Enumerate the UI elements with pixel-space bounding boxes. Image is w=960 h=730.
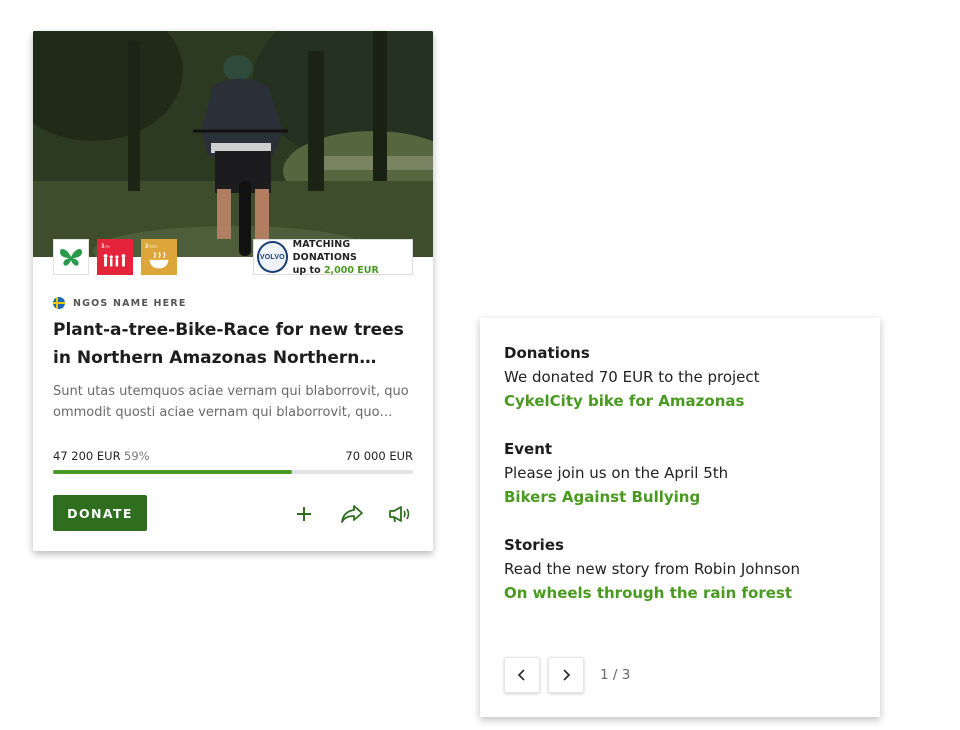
prev-page-button[interactable] (504, 657, 540, 693)
sdg1-no-poverty-icon: 1 NO (101, 244, 126, 267)
sweden-flag-icon (53, 297, 65, 309)
entry-donations: Donations We donated 70 EUR to the proje… (504, 341, 864, 413)
next-page-button[interactable] (548, 657, 584, 693)
entry-heading: Event (504, 440, 553, 458)
progress-labels: 47 200 EUR 59% 70 000 EUR (53, 449, 413, 465)
percent-label: 59% (124, 449, 150, 463)
progress-fill (53, 470, 293, 474)
project-title[interactable]: Plant-a-tree-Bike-Race for new trees in … (53, 316, 415, 372)
entry-heading: Donations (504, 344, 590, 362)
goal-amount: 70 000 EUR (345, 449, 413, 463)
project-card[interactable]: 1 NO 2 ZERO VOLVO MATCHING DONATIONS up … (33, 31, 433, 551)
entry-stories: Stories Read the new story from Robin Jo… (504, 533, 864, 605)
chevron-right-icon (563, 669, 571, 681)
share-icon (341, 505, 363, 523)
project-image[interactable] (33, 31, 433, 257)
entry-text: Please join us on the April 5th (504, 464, 729, 482)
share-button[interactable] (339, 501, 365, 527)
butterfly-icon (60, 249, 82, 266)
butterfly-badge (53, 239, 89, 275)
matching-donations-badge[interactable]: VOLVO MATCHING DONATIONS up to 2,000 EUR (253, 238, 413, 276)
matching-amount: 2,000 EUR (323, 264, 379, 276)
svg-text:NO: NO (106, 245, 111, 249)
activity-panel: Donations We donated 70 EUR to the proje… (480, 318, 880, 717)
entry-text: Read the new story from Robin Johnson (504, 560, 800, 578)
donate-button[interactable]: DONATE (53, 495, 147, 531)
entry-link[interactable]: On wheels through the rain forest (504, 581, 864, 605)
cyclist-photo (33, 31, 433, 257)
svg-text:ZERO: ZERO (150, 245, 159, 249)
sdg-badges: 1 NO 2 ZERO (53, 239, 177, 275)
svg-text:1: 1 (101, 244, 105, 250)
volvo-logo: VOLVO (257, 241, 288, 273)
entry-link[interactable]: Bikers Against Bullying (504, 485, 864, 509)
add-button[interactable] (291, 501, 317, 527)
campaign-button[interactable] (387, 501, 413, 527)
progress-bar (53, 470, 413, 474)
ngo-row: NGOS NAME HERE (53, 297, 187, 309)
project-description: Sunt utas utemquos aciae vernam qui blab… (53, 384, 409, 420)
sdg2-zero-hunger-icon: 2 ZERO (145, 244, 169, 269)
ngo-name[interactable]: NGOS NAME HERE (73, 298, 187, 309)
card-actions (291, 501, 413, 527)
megaphone-icon (389, 506, 410, 523)
raised-amount: 47 200 EUR (53, 449, 121, 463)
entry-text: We donated 70 EUR to the project (504, 368, 760, 386)
matching-title: MATCHING DONATIONS (292, 238, 357, 263)
chevron-left-icon (517, 669, 525, 681)
sdg2-badge: 2 ZERO (141, 239, 177, 275)
sdg1-badge: 1 NO (97, 239, 133, 275)
svg-text:2: 2 (145, 244, 149, 250)
page-indicator: 1 / 3 (600, 667, 631, 683)
matching-sub: up to 2,000 EUR (292, 264, 379, 276)
plus-icon (297, 507, 311, 521)
entry-link[interactable]: CykelCity bike for Amazonas (504, 389, 864, 413)
pager: 1 / 3 (504, 657, 630, 693)
entry-heading: Stories (504, 536, 564, 554)
entry-event: Event Please join us on the April 5th Bi… (504, 437, 864, 509)
